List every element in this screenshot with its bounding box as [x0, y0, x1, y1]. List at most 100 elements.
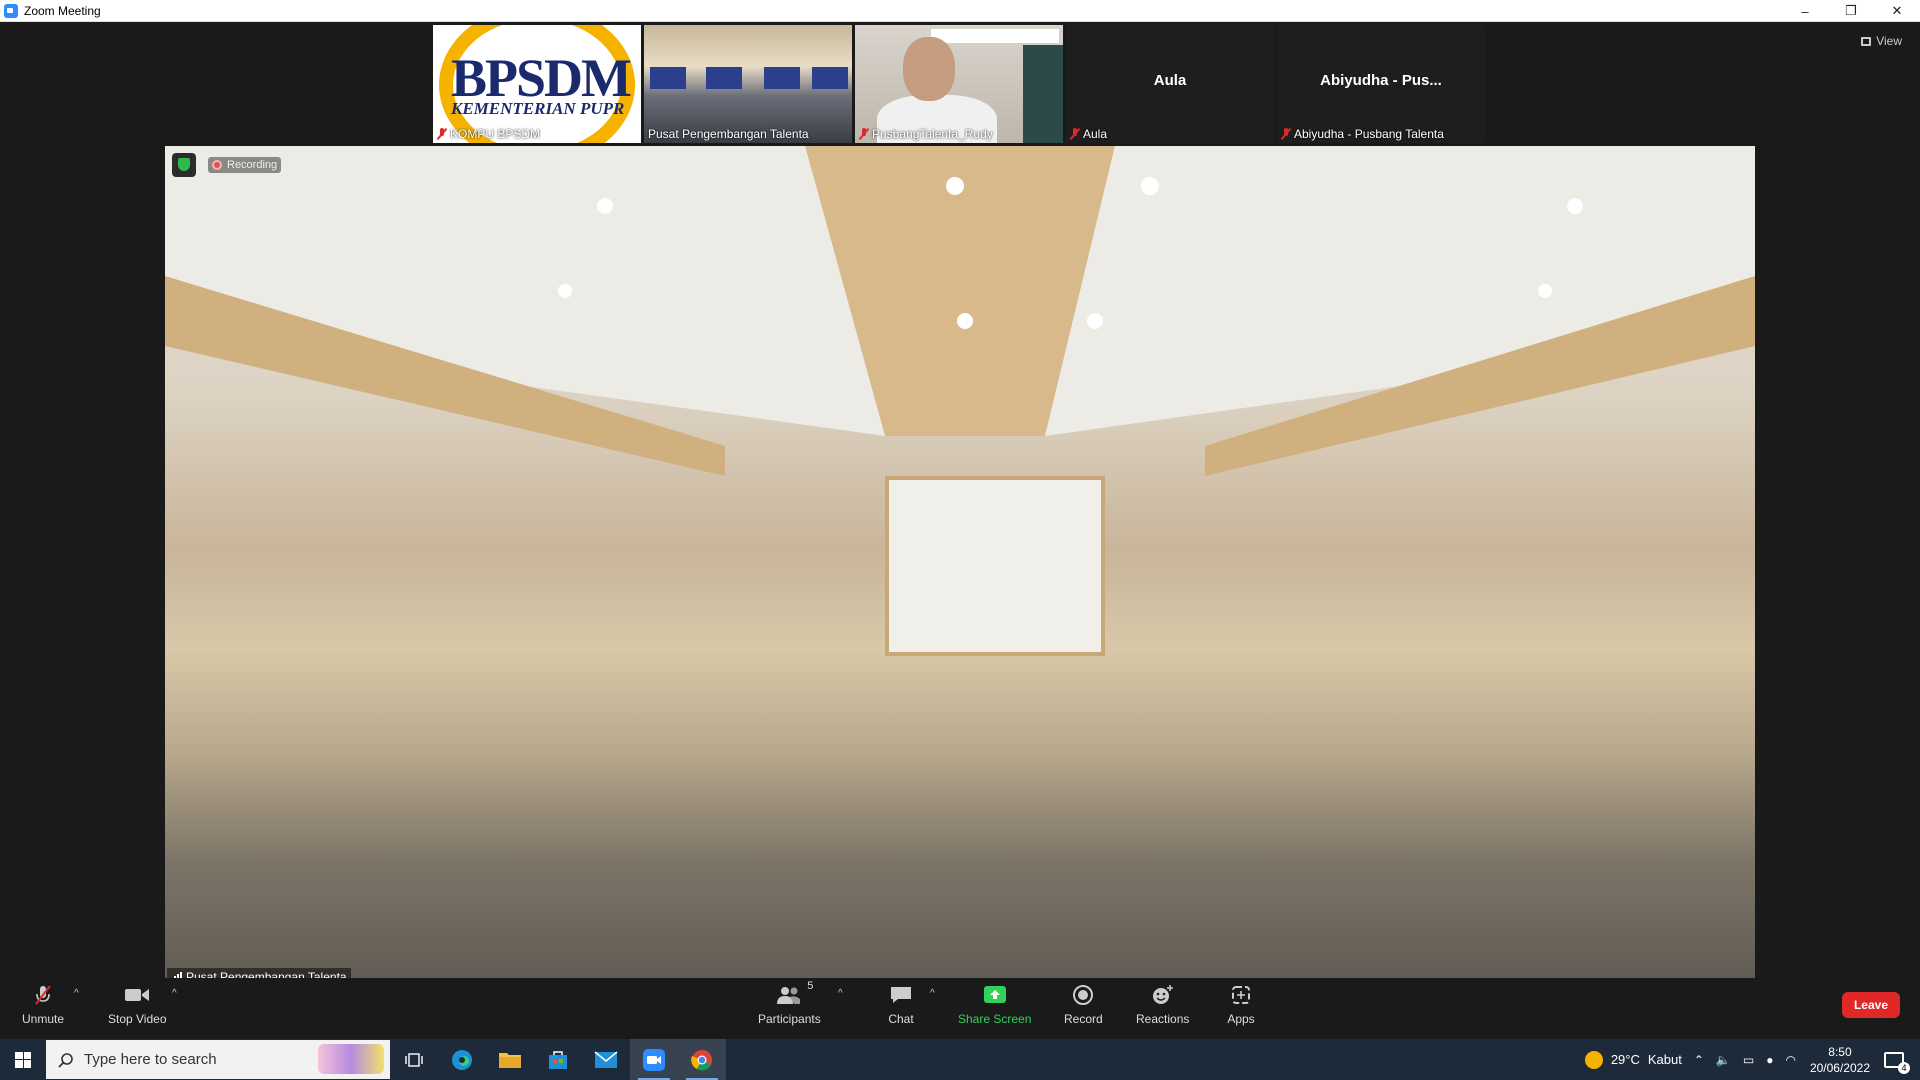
logo-subtext: KEMENTERIAN PUPR: [451, 99, 625, 118]
hall-screen-image: [812, 67, 848, 89]
main-video[interactable]: Recording Pusat Pengembangan Talenta: [165, 146, 1755, 986]
unmute-label: Unmute: [22, 1012, 65, 1026]
search-icon: [58, 1052, 73, 1068]
participant-name: PusbangTalenta_Rudy: [859, 127, 993, 141]
close-button[interactable]: ✕: [1874, 0, 1920, 22]
participant-tile[interactable]: BPSDM KEMENTERIAN PUPR KOMPU BPSDM: [433, 25, 641, 143]
volume-icon[interactable]: 🔈: [1716, 1053, 1731, 1067]
restore-button[interactable]: ❐: [1828, 0, 1874, 22]
weather-description: Kabut: [1647, 1052, 1682, 1067]
notification-count: 4: [1898, 1061, 1910, 1074]
participant-tile[interactable]: Pusat Pengembangan Talenta: [644, 25, 852, 143]
task-view-icon: [405, 1052, 423, 1067]
windows-taskbar: Type here to search 29°C Kabut ⌃ 🔈 ▭ ● ◠: [0, 1039, 1920, 1080]
background-image: [1023, 45, 1063, 143]
participants-count: 5: [807, 980, 814, 992]
weather-sun-icon: [1584, 1050, 1603, 1069]
show-hidden-icons-chevron-icon[interactable]: ⌃: [1694, 1053, 1704, 1067]
projection-screen-image: [885, 476, 1105, 656]
minimize-button[interactable]: –: [1782, 0, 1828, 22]
clock[interactable]: 8:50 20/06/2022: [1810, 1044, 1870, 1076]
start-button[interactable]: [0, 1039, 46, 1080]
participant-name-label: KOMPU BPSDM: [450, 127, 541, 141]
stop-video-label: Stop Video: [108, 1012, 167, 1026]
participant-tile[interactable]: Aula Aula: [1066, 25, 1274, 143]
video-options-caret-icon[interactable]: ^: [172, 988, 177, 999]
hall-screen-image: [764, 67, 800, 89]
video-overlay: Recording: [172, 153, 282, 177]
unmute-button[interactable]: Unmute: [22, 984, 64, 1026]
participant-name-label: Pusat Pengembangan Talenta: [648, 127, 809, 141]
record-icon: [1069, 984, 1097, 1006]
participant-thumbnails: BPSDM KEMENTERIAN PUPR KOMPU BPSDM Pusat…: [433, 25, 1485, 143]
taskbar-mail[interactable]: [582, 1039, 630, 1080]
person-head-image: [903, 37, 955, 101]
task-view-button[interactable]: [390, 1039, 438, 1080]
recording-indicator[interactable]: Recording: [208, 157, 282, 173]
video-camera-icon: [123, 984, 151, 1006]
taskbar-search-box[interactable]: Type here to search: [46, 1040, 390, 1079]
notification-center-icon[interactable]: 4: [1884, 1051, 1910, 1074]
edge-browser-icon: [452, 1049, 472, 1070]
store-bag-icon: [549, 1050, 567, 1069]
weather-widget[interactable]: 29°C Kabut: [1584, 1050, 1682, 1069]
taskbar-file-explorer[interactable]: [486, 1039, 534, 1080]
hall-screen-image: [706, 67, 742, 89]
folder-icon: [499, 1052, 521, 1068]
reactions-smiley-icon: [1149, 984, 1177, 1006]
chrome-browser-icon: [691, 1049, 712, 1070]
participant-tile[interactable]: PusbangTalenta_Rudy: [855, 25, 1063, 143]
stop-video-button[interactable]: Stop Video: [108, 984, 167, 1026]
reactions-button[interactable]: Reactions: [1136, 984, 1189, 1026]
participant-tile[interactable]: Abiyudha - Pus... Abiyudha - Pusbang Tal…: [1277, 25, 1485, 143]
participant-name-label: Aula: [1083, 127, 1108, 141]
zoom-app-icon: [4, 3, 18, 18]
chat-options-caret-icon[interactable]: ^: [930, 988, 935, 999]
participant-display-name: Aula: [1153, 72, 1187, 89]
meet-now-icon[interactable]: ▭: [1743, 1053, 1754, 1067]
tray-icons: ⌃ 🔈 ▭ ● ◠: [1694, 1053, 1796, 1067]
weather-temp: 29°C: [1610, 1052, 1640, 1067]
banner-image: [931, 29, 1059, 43]
apps-button[interactable]: Apps: [1227, 984, 1255, 1026]
meeting-area: View BPSDM KEMENTERIAN PUPR KOMPU BPSDM …: [0, 22, 1920, 986]
taskbar-edge[interactable]: [438, 1039, 486, 1080]
taskbar-chrome[interactable]: [678, 1039, 726, 1080]
participants-button[interactable]: 5 Participants: [758, 980, 821, 1026]
microphone-icon[interactable]: ●: [1766, 1053, 1773, 1067]
record-label: Record: [1064, 1012, 1103, 1026]
share-screen-icon: [981, 984, 1009, 1006]
apps-icon: [1227, 984, 1255, 1006]
view-button[interactable]: View: [1861, 34, 1902, 48]
view-label: View: [1876, 34, 1902, 48]
share-screen-button[interactable]: Share Screen: [958, 984, 1031, 1026]
participant-display-name: Abiyudha - Pus...: [1320, 72, 1442, 89]
taskbar-zoom[interactable]: [630, 1039, 678, 1080]
clock-date: 20/06/2022: [1809, 1060, 1870, 1075]
zoom-app-icon: [643, 1048, 665, 1071]
apps-label: Apps: [1227, 1012, 1255, 1026]
muted-mic-icon: [437, 128, 447, 140]
participants-options-caret-icon[interactable]: ^: [838, 988, 843, 999]
muted-mic-icon: [29, 984, 57, 1006]
security-shield-icon[interactable]: [172, 153, 196, 177]
leave-button[interactable]: Leave: [1841, 992, 1900, 1018]
recording-dot-icon: [212, 160, 222, 170]
muted-mic-icon: [859, 128, 869, 140]
taskbar-store[interactable]: [534, 1039, 582, 1080]
chat-bubble-icon: [887, 984, 915, 1006]
muted-mic-icon: [1070, 128, 1080, 140]
chat-button[interactable]: Chat: [887, 984, 915, 1026]
chat-label: Chat: [888, 1012, 914, 1026]
audio-options-caret-icon[interactable]: ^: [74, 988, 79, 999]
participant-name-label: Abiyudha - Pusbang Talenta: [1294, 127, 1444, 141]
muted-mic-icon: [1281, 128, 1291, 140]
search-placeholder: Type here to search: [84, 1051, 217, 1068]
clock-time: 8:50: [1828, 1044, 1852, 1059]
window-title: Zoom Meeting: [24, 3, 101, 18]
hall-ceiling-image: [165, 146, 1755, 476]
reactions-label: Reactions: [1136, 1012, 1190, 1026]
wifi-icon[interactable]: ◠: [1785, 1053, 1795, 1067]
record-button[interactable]: Record: [1064, 984, 1103, 1026]
participant-name: KOMPU BPSDM: [437, 127, 540, 141]
